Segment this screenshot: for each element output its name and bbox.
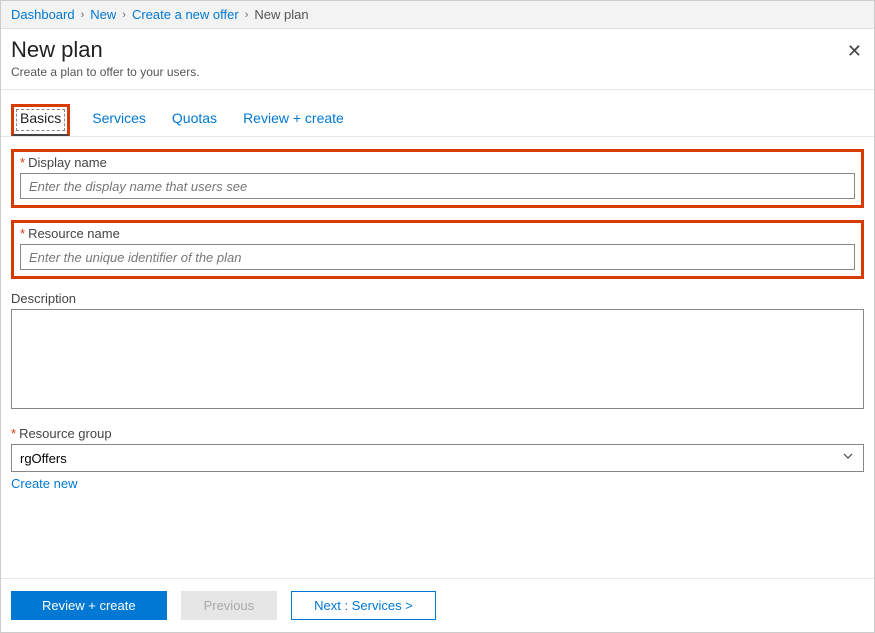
review-create-button[interactable]: Review + create [11,591,167,620]
field-display-name: *Display name [11,149,864,208]
breadcrumb-dashboard[interactable]: Dashboard [11,7,75,22]
form-content: *Display name *Resource name Description… [1,137,874,578]
page-header: New plan Create a plan to offer to your … [1,29,874,89]
tab-review[interactable]: Review + create [239,104,348,136]
chevron-right-icon: › [122,9,126,21]
tab-quotas[interactable]: Quotas [168,104,221,136]
footer-actions: Review + create Previous Next : Services… [1,578,874,632]
page-title: New plan [11,37,864,63]
page-subtitle: Create a plan to offer to your users. [11,65,864,79]
resource-group-label: *Resource group [11,426,864,441]
chevron-right-icon: › [245,9,249,21]
resource-name-label: *Resource name [20,226,855,241]
tab-bar: Basics Services Quotas Review + create [1,90,874,137]
tab-services[interactable]: Services [88,104,150,136]
breadcrumb-create-offer[interactable]: Create a new offer [132,7,239,22]
resource-group-select[interactable] [11,444,864,472]
display-name-label: *Display name [20,155,855,170]
resource-name-input[interactable] [20,244,855,270]
next-button[interactable]: Next : Services > [291,591,436,620]
previous-button: Previous [181,591,278,620]
field-resource-name: *Resource name [11,220,864,279]
breadcrumb-current: New plan [254,7,308,22]
field-resource-group: *Resource group Create new [11,426,864,493]
display-name-input[interactable] [20,173,855,199]
chevron-right-icon: › [81,9,85,21]
field-description: Description [11,291,864,414]
description-label: Description [11,291,864,306]
description-input[interactable] [11,309,864,409]
create-new-link[interactable]: Create new [11,476,77,491]
breadcrumb: Dashboard › New › Create a new offer › N… [1,1,874,29]
tab-basics[interactable]: Basics [11,104,70,136]
breadcrumb-new[interactable]: New [90,7,116,22]
close-icon[interactable]: ✕ [847,41,862,62]
